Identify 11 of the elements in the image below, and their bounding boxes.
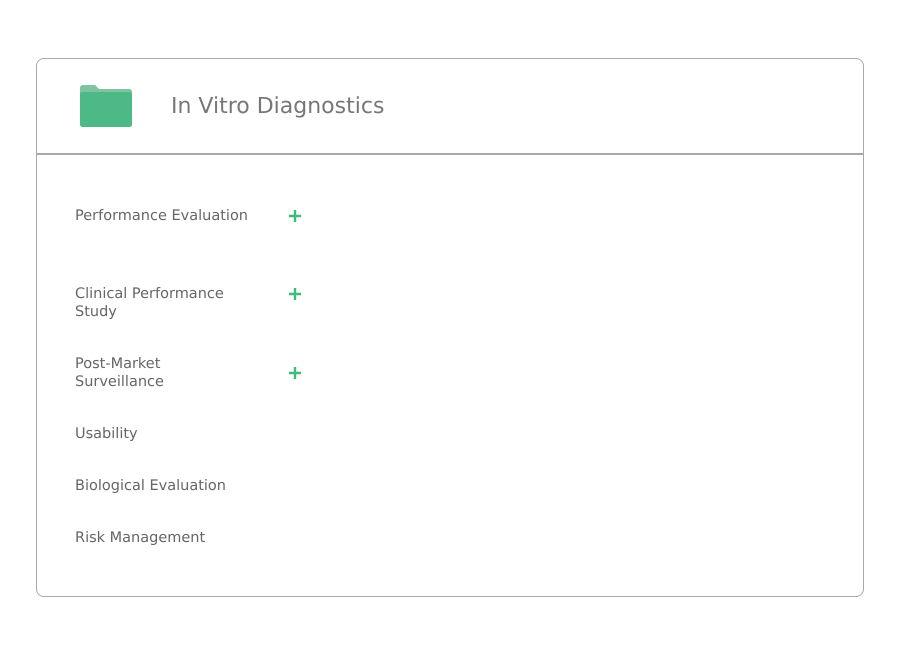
plus-icon[interactable] (289, 288, 301, 300)
folder-icon (79, 85, 132, 127)
list-item[interactable]: Biological Evaluation (75, 477, 289, 495)
panel-title: In Vitro Diagnostics (171, 94, 384, 118)
list-item[interactable]: Post-Market Surveillance (75, 355, 289, 391)
plus-icon[interactable] (289, 210, 301, 222)
list-item[interactable]: Clinical Performance Study (75, 285, 289, 321)
list-item[interactable]: Usability (75, 425, 289, 443)
plus-icon[interactable] (289, 367, 301, 379)
list-item[interactable]: Risk Management (75, 529, 289, 547)
list-item[interactable]: Performance Evaluation (75, 207, 289, 225)
